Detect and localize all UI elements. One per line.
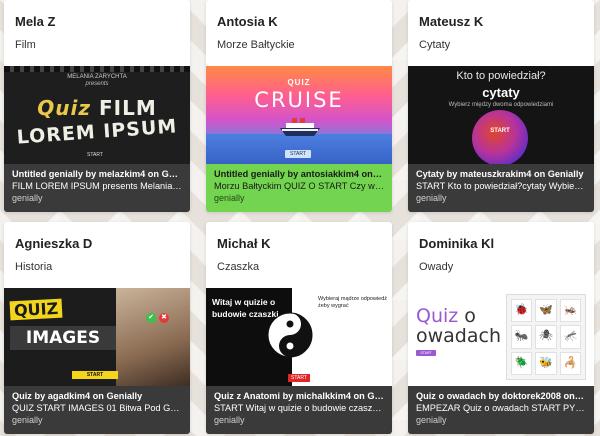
card-info[interactable]: Quiz o owadach by doktorek2008 on Ge... … (408, 386, 594, 434)
card-author: Agnieszka D (15, 236, 93, 251)
card-title: Quiz o owadach by doktorek2008 on Ge... (416, 391, 586, 401)
card-topic: Czaszka (217, 261, 260, 273)
card-topic: Film (15, 39, 36, 51)
card-title: Cytaty by mateuszkrakim4 on Genially (416, 169, 584, 179)
insect-icon: 🐝 (535, 351, 557, 375)
insect-icon: 🦋 (535, 299, 557, 323)
thumb-start-button: START (416, 350, 436, 356)
card-info[interactable]: Quiz by agadkim4 on Genially QUIZ START … (4, 386, 190, 434)
thumb-o-word: o (458, 305, 476, 327)
thumb-title: Quiz o owadach (416, 306, 501, 346)
card-title: Quiz z Anatomi by michalkkim4 on Geni... (214, 391, 384, 401)
insect-icon: 🕷 (535, 325, 557, 349)
card-thumbnail[interactable]: QUIZ IMAGES ✔ ✖ START (4, 288, 190, 386)
thumb-question: Kto to powiedział? (456, 70, 546, 82)
card-info[interactable]: Untitled genially by antosiakkim4 on Ge.… (206, 164, 392, 212)
card-topic: Historia (15, 261, 53, 273)
card-platform: genially (214, 415, 245, 425)
card-topic: Owady (419, 261, 454, 273)
thumb-photo (116, 288, 190, 386)
card-antosia-k[interactable]: Antosia K Morze Bałtyckie QUIZ CRUISE ST… (206, 0, 392, 212)
card-platform: genially (12, 193, 43, 203)
thumb-subtitle: Wybierz między dwoma odpowiedziami (448, 102, 554, 108)
card-thumbnail[interactable]: Kto to powiedział? cytaty Wybierz między… (408, 66, 594, 164)
thumb-owadach-word: owadach (416, 325, 501, 347)
card-title: Untitled genially by antosiakkim4 on Ge.… (214, 169, 384, 179)
thumb-quiz-word: Quiz (37, 96, 92, 120)
card-info[interactable]: Untitled genially by melazkim4 on Genial… (4, 164, 190, 212)
thumb-start-button: START (288, 374, 310, 382)
card-description: Morzu Bałtyckim QUIZ O START Czy w M... (214, 180, 384, 191)
card-platform: genially (416, 193, 447, 203)
card-description: START Kto to powiedział?cytaty Wybierz..… (416, 180, 586, 191)
film-strip (4, 66, 190, 72)
card-dominika-kl[interactable]: Dominika Kl Owady Quiz o owadach START 🐞 … (408, 222, 594, 434)
card-thumbnail[interactable]: QUIZ CRUISE START (206, 66, 392, 164)
card-author: Mateusz K (419, 14, 484, 29)
card-info[interactable]: Quiz z Anatomi by michalkkim4 on Geni...… (206, 386, 392, 434)
start-orb: START (472, 110, 528, 164)
card-platform: genially (214, 193, 245, 203)
insect-grid: 🐞 🦋 🦗 🐜 🕷 🦟 🪲 🐝 🦂 (506, 294, 586, 380)
thumb-quiz-word: Quiz (416, 305, 459, 327)
thumb-start-button: START (285, 150, 311, 158)
card-thumbnail[interactable]: MELANIA ZARYCHTA presents Quiz FILM LORE… (4, 66, 190, 164)
card-platform: genially (12, 415, 43, 425)
card-title: Quiz by agadkim4 on Genially (12, 391, 143, 401)
thumb-line1: MELANIA ZARYCHTA (67, 74, 127, 80)
thumb-cruise-title: CRUISE (254, 88, 344, 112)
card-info[interactable]: Cytaty by mateuszkrakim4 on Genially STA… (408, 164, 594, 212)
thumb-line2: presents (85, 81, 109, 87)
thumb-quiz-label: QUIZ (287, 78, 311, 87)
thumb-start-label: START (490, 128, 510, 134)
card-description: QUIZ START IMAGES 01 Bitwa Pod Grun... (12, 402, 182, 413)
sea-shape (206, 134, 392, 164)
thumb-note: Wybierај mądrze odpowiedź żeby wygrać (318, 296, 388, 309)
card-agnieszka-d[interactable]: Agnieszka D Historia QUIZ IMAGES ✔ ✖ STA… (4, 222, 190, 434)
card-platform: genially (416, 415, 447, 425)
card-thumbnail[interactable]: Witaj w quizie o budowie czaszki Wybierа… (206, 288, 392, 386)
card-title: Untitled genially by melazkim4 on Genial… (12, 169, 182, 179)
thumb-start-button: START (72, 371, 118, 379)
ship-icon (280, 118, 320, 136)
card-mateusz-k[interactable]: Mateusz K Cytaty Kto to powiedział? cyta… (408, 0, 594, 212)
cross-icon: ✖ (159, 313, 169, 323)
card-thumbnail[interactable]: Quiz o owadach START 🐞 🦋 🦗 🐜 🕷 🦟 🪲 🐝 🦂 (408, 288, 594, 386)
card-mela-z[interactable]: Mela Z Film MELANIA ZARYCHTA presents Qu… (4, 0, 190, 212)
card-michal-k[interactable]: Michał K Czaszka Witaj w quizie o budowi… (206, 222, 392, 434)
thumb-film-word: FILM (91, 96, 157, 120)
thumb-images-title: IMAGES (10, 326, 116, 350)
thumb-start-label: START (87, 152, 103, 158)
card-topic: Morze Bałtyckie (217, 39, 295, 51)
card-author: Michał K (217, 236, 271, 251)
card-author: Mela Z (15, 14, 56, 29)
card-description: EMPEZAR Quiz o owadach START PYTA... (416, 402, 586, 413)
thumb-title: cytaty (482, 85, 520, 100)
insect-icon: 🦗 (559, 299, 581, 323)
insect-icon: 🪲 (511, 351, 533, 375)
thumb-quiz-label: QUIZ (9, 298, 63, 321)
card-topic: Cytaty (419, 39, 451, 51)
check-icon: ✔ (146, 313, 156, 323)
insect-icon: 🦟 (559, 325, 581, 349)
card-author: Antosia K (217, 14, 278, 29)
card-description: FILM LOREM IPSUM presents Melania Z... (12, 180, 182, 191)
insect-icon: 🐜 (511, 325, 533, 349)
card-description: START Witaj w quizie o budowie czaszki .… (214, 402, 384, 413)
card-author: Dominika Kl (419, 236, 495, 251)
insect-icon: 🦂 (559, 351, 581, 375)
insect-icon: 🐞 (511, 299, 533, 323)
yin-yang-icon (267, 312, 313, 358)
